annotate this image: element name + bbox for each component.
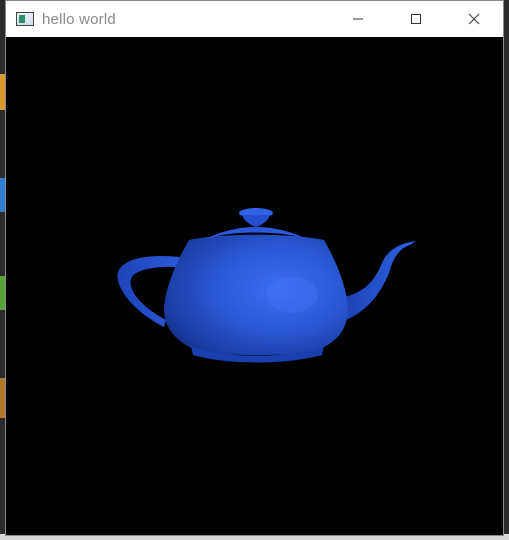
close-icon (468, 13, 480, 25)
maximize-icon (411, 14, 421, 24)
app-window-icon[interactable] (16, 12, 34, 26)
maximize-button[interactable] (387, 1, 445, 37)
close-button[interactable] (445, 1, 503, 37)
teapot-highlight (266, 277, 318, 313)
window-title: hello world (42, 10, 116, 28)
teapot-spout (344, 241, 416, 320)
minimize-button[interactable] (329, 1, 387, 37)
teapot-lid-knob (242, 215, 270, 227)
window-controls (329, 1, 503, 37)
title-bar[interactable]: hello world (6, 1, 503, 37)
minimize-icon (353, 18, 363, 20)
app-window: hello world (5, 0, 504, 536)
teapot-body (163, 234, 348, 356)
render-viewport[interactable] (6, 37, 503, 535)
teapot-render (117, 208, 416, 363)
